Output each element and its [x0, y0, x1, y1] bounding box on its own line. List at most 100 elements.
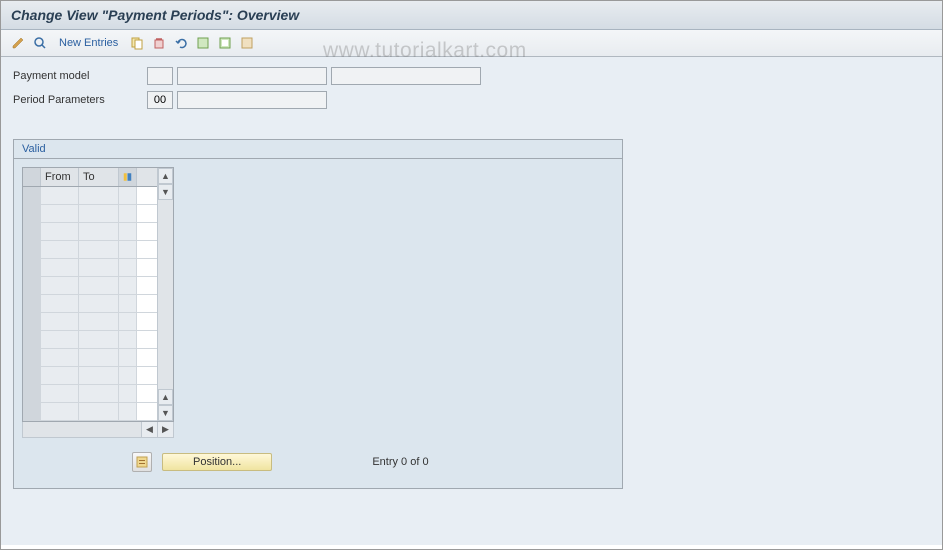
row-selector[interactable] — [23, 331, 41, 348]
position-icon-button[interactable] — [132, 452, 152, 472]
row-selector[interactable] — [23, 349, 41, 366]
row-selector[interactable] — [23, 277, 41, 294]
cell-from[interactable] — [41, 187, 79, 204]
cell-from[interactable] — [41, 367, 79, 384]
toolbar: New Entries — [1, 30, 942, 57]
col-settings-icon[interactable] — [119, 168, 137, 186]
period-params-label: Period Parameters — [13, 94, 143, 106]
cell-to[interactable] — [79, 277, 119, 294]
cell-from[interactable] — [41, 403, 79, 420]
payment-model-text[interactable] — [177, 67, 327, 85]
table-row[interactable] — [23, 223, 157, 241]
delete-icon[interactable] — [150, 34, 168, 52]
content-area: Payment model Period Parameters Valid Fr… — [1, 57, 942, 545]
cell-to[interactable] — [79, 187, 119, 204]
cell-to[interactable] — [79, 241, 119, 258]
cell-to[interactable] — [79, 367, 119, 384]
row-selector[interactable] — [23, 313, 41, 330]
horizontal-scrollbar[interactable]: ◀ ▶ — [22, 422, 174, 438]
select-all-icon[interactable] — [194, 34, 212, 52]
title-bar: Change View "Payment Periods": Overview — [1, 1, 942, 30]
cell-to[interactable] — [79, 313, 119, 330]
period-params-text[interactable] — [177, 91, 327, 109]
payment-model-row: Payment model — [13, 67, 930, 85]
row-selector[interactable] — [23, 187, 41, 204]
row-selector[interactable] — [23, 385, 41, 402]
cell-pad — [119, 403, 137, 420]
cell-pad — [119, 295, 137, 312]
valid-grid: From To ▲ ▼ ▲ ▼ — [22, 167, 174, 422]
payment-model-code[interactable] — [147, 67, 173, 85]
cell-to[interactable] — [79, 349, 119, 366]
grid-header: From To — [23, 168, 157, 187]
scroll-down2-icon[interactable]: ▼ — [158, 405, 173, 421]
table-row[interactable] — [23, 367, 157, 385]
row-selector[interactable] — [23, 259, 41, 276]
cell-from[interactable] — [41, 277, 79, 294]
table-row[interactable] — [23, 385, 157, 403]
table-row[interactable] — [23, 277, 157, 295]
cell-pad — [119, 259, 137, 276]
table-row[interactable] — [23, 349, 157, 367]
row-selector[interactable] — [23, 295, 41, 312]
deselect-all-icon[interactable] — [238, 34, 256, 52]
cell-to[interactable] — [79, 259, 119, 276]
cell-from[interactable] — [41, 205, 79, 222]
cell-from[interactable] — [41, 349, 79, 366]
scroll-left-icon[interactable]: ◀ — [141, 422, 157, 437]
scroll-down-icon[interactable]: ▼ — [158, 184, 173, 200]
cell-from[interactable] — [41, 331, 79, 348]
edit-icon[interactable] — [9, 34, 27, 52]
cell-from[interactable] — [41, 295, 79, 312]
period-params-row: Period Parameters — [13, 91, 930, 109]
cell-pad — [119, 187, 137, 204]
position-button[interactable]: Position... — [162, 453, 272, 471]
new-entries-button[interactable]: New Entries — [53, 35, 124, 51]
cell-from[interactable] — [41, 313, 79, 330]
table-row[interactable] — [23, 187, 157, 205]
cell-pad — [119, 331, 137, 348]
cell-to[interactable] — [79, 403, 119, 420]
row-selector[interactable] — [23, 367, 41, 384]
payment-model-extra[interactable] — [331, 67, 481, 85]
table-row[interactable] — [23, 331, 157, 349]
cell-pad — [119, 385, 137, 402]
select-block-icon[interactable] — [216, 34, 234, 52]
find-icon[interactable] — [31, 34, 49, 52]
row-selector[interactable] — [23, 205, 41, 222]
vertical-scrollbar[interactable]: ▲ ▼ ▲ ▼ — [157, 168, 173, 421]
scroll-right-icon[interactable]: ▶ — [157, 422, 173, 437]
payment-model-label: Payment model — [13, 70, 143, 82]
cell-from[interactable] — [41, 241, 79, 258]
scroll-up-icon[interactable]: ▲ — [158, 168, 173, 184]
cell-to[interactable] — [79, 331, 119, 348]
cell-from[interactable] — [41, 223, 79, 240]
col-selector[interactable] — [23, 168, 41, 186]
col-from[interactable]: From — [41, 168, 79, 186]
grid-rows — [23, 187, 157, 421]
panel-title: Valid — [14, 140, 622, 159]
cell-from[interactable] — [41, 385, 79, 402]
scroll-up2-icon[interactable]: ▲ — [158, 389, 173, 405]
row-selector[interactable] — [23, 241, 41, 258]
cell-from[interactable] — [41, 259, 79, 276]
row-selector[interactable] — [23, 223, 41, 240]
cell-pad — [119, 349, 137, 366]
table-row[interactable] — [23, 403, 157, 421]
entry-counter: Entry 0 of 0 — [372, 456, 428, 468]
table-row[interactable] — [23, 241, 157, 259]
table-row[interactable] — [23, 295, 157, 313]
cell-pad — [119, 241, 137, 258]
cell-to[interactable] — [79, 223, 119, 240]
copy-icon[interactable] — [128, 34, 146, 52]
row-selector[interactable] — [23, 403, 41, 420]
table-row[interactable] — [23, 313, 157, 331]
cell-to[interactable] — [79, 205, 119, 222]
col-to[interactable]: To — [79, 168, 119, 186]
table-row[interactable] — [23, 205, 157, 223]
period-params-code[interactable] — [147, 91, 173, 109]
cell-to[interactable] — [79, 385, 119, 402]
undo-icon[interactable] — [172, 34, 190, 52]
table-row[interactable] — [23, 259, 157, 277]
cell-to[interactable] — [79, 295, 119, 312]
